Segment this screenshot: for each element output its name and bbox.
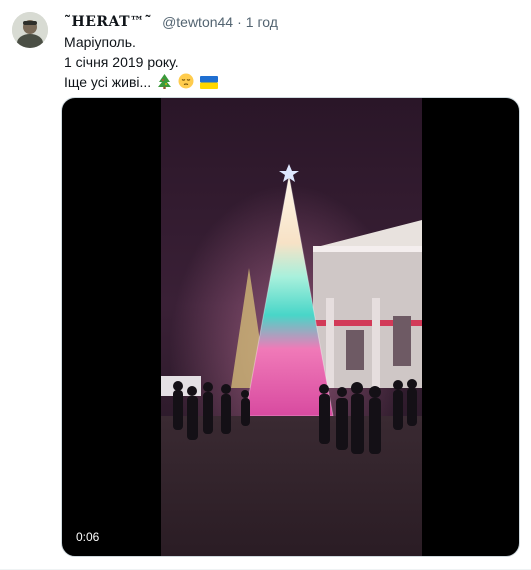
display-name[interactable]: ˜HERAT™˜	[64, 14, 152, 30]
tweet-time[interactable]: 1 год	[246, 14, 278, 30]
tweet-text: Маріуполь. 1 січня 2019 року. Іще усі жи…	[64, 32, 218, 94]
tweet[interactable]: ˜HERAT™˜ @tewton44 · 1 год Маріуполь. 1 …	[0, 0, 531, 570]
pensive-face-icon	[178, 73, 194, 94]
video-thumbnail	[161, 98, 422, 556]
video-frame[interactable]	[161, 98, 422, 556]
user-handle[interactable]: @tewton44	[162, 14, 233, 30]
christmas-tree-icon	[157, 73, 172, 94]
video-timer: 0:06	[70, 528, 106, 546]
tweet-line-3: Іще усі живі...	[64, 72, 218, 94]
tweet-line-2: 1 січня 2019 року.	[64, 54, 179, 70]
ukraine-flag-icon	[199, 74, 218, 94]
separator-dot: ·	[237, 14, 242, 30]
tweet-line-3-text: Іще усі живі...	[64, 74, 152, 90]
tweet-header: ˜HERAT™˜ @tewton44 · 1 год	[64, 12, 278, 32]
tweet-line-1: Маріуполь.	[64, 34, 136, 50]
video-player[interactable]: 0:06	[61, 97, 520, 557]
avatar-image	[12, 12, 48, 48]
avatar[interactable]	[12, 12, 48, 48]
